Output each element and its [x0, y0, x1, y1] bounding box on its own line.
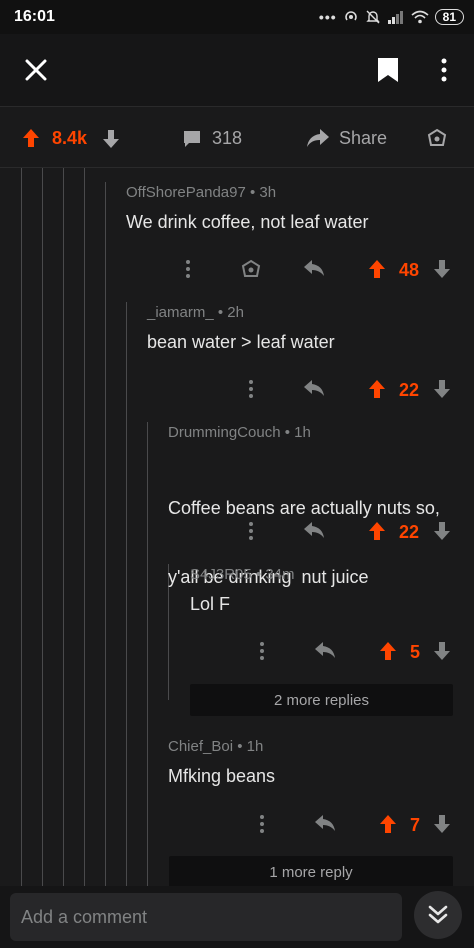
- comment-author[interactable]: DrummingCouch: [168, 424, 281, 441]
- wifi-icon: [411, 10, 429, 24]
- post-action-bar: 8.4k 318 Share: [0, 106, 474, 168]
- comment-score: 48: [399, 260, 420, 280]
- downvote-icon[interactable]: [433, 521, 451, 541]
- comment-meta: S4J3R05 • 34m: [190, 566, 295, 583]
- comment-actions: 22: [180, 379, 460, 403]
- comment-score: 7: [410, 815, 421, 835]
- close-icon: [25, 59, 47, 81]
- comment-count: 318: [212, 128, 243, 148]
- mute-bell-icon: [365, 10, 380, 24]
- comment-meta: OffShorePanda97 • 3h: [126, 184, 277, 201]
- comment-icon[interactable]: [182, 129, 202, 149]
- bookmark-button[interactable]: [372, 54, 404, 86]
- more-options-button[interactable]: [430, 54, 458, 86]
- bookmark-icon: [378, 58, 398, 82]
- comment: S4J3R05 • 34m Lol F: [190, 566, 470, 616]
- downvote-icon[interactable]: [102, 129, 120, 149]
- downvote-icon[interactable]: [433, 379, 451, 399]
- battery-indicator: 81: [434, 9, 464, 25]
- status-bar: 16:01 ••• 81: [0, 0, 474, 34]
- reply-icon[interactable]: [314, 641, 336, 659]
- thread-line[interactable]: [21, 168, 22, 888]
- award-icon[interactable]: [240, 259, 262, 281]
- close-button[interactable]: [20, 54, 52, 86]
- upvote-icon[interactable]: [379, 814, 397, 834]
- reply-icon[interactable]: [314, 814, 336, 832]
- comment-age: 3h: [259, 184, 277, 201]
- more-vertical-icon: [441, 58, 447, 82]
- comment-actions: 22: [180, 521, 460, 545]
- reply-icon[interactable]: [303, 259, 325, 277]
- more-vertical-icon[interactable]: [248, 379, 254, 399]
- comment-body: bean water > leaf water: [147, 332, 335, 352]
- status-time: 16:01: [14, 8, 55, 25]
- comment-body-line: Coffee beans are actually nuts so,: [168, 498, 440, 518]
- collapse-thread-button[interactable]: [414, 891, 462, 939]
- post-score: 8.4k: [52, 128, 88, 148]
- thread-line[interactable]: [105, 182, 106, 888]
- comment-actions: 48: [180, 259, 460, 283]
- share-icon[interactable]: [306, 128, 330, 148]
- top-app-bar: [0, 34, 474, 106]
- thread-line[interactable]: [126, 302, 127, 888]
- comment: Chief_Boi • 1h Mfking beans: [168, 738, 468, 788]
- comment-age: 34m: [265, 566, 295, 583]
- comment-author[interactable]: S4J3R05: [190, 566, 252, 583]
- reply-icon[interactable]: [303, 521, 325, 539]
- more-vertical-icon[interactable]: [259, 814, 265, 834]
- more-vertical-icon[interactable]: [185, 259, 191, 279]
- comment-thread: OffShorePanda97 • 3h We drink coffee, no…: [0, 168, 474, 888]
- downvote-icon[interactable]: [433, 814, 451, 834]
- comment-score: 22: [399, 522, 420, 542]
- collapse-icon: [428, 905, 448, 924]
- signal-icon: [387, 11, 403, 24]
- comment-age: 2h: [227, 304, 244, 321]
- status-icons: ••• 81: [319, 8, 464, 26]
- comment-author[interactable]: Chief_Boi: [168, 738, 233, 755]
- downvote-icon[interactable]: [433, 259, 451, 279]
- comment-body: Lol F: [190, 594, 231, 614]
- thread-line[interactable]: [147, 422, 148, 888]
- more-replies-button[interactable]: 1 more reply: [169, 856, 453, 888]
- add-comment-input[interactable]: Add a comment: [10, 893, 402, 941]
- upvote-icon[interactable]: [22, 128, 40, 148]
- notification-dots-icon: •••: [318, 9, 337, 25]
- thread-line[interactable]: [42, 168, 43, 888]
- more-vertical-icon[interactable]: [248, 521, 254, 541]
- comment: OffShorePanda97 • 3h We drink coffee, no…: [126, 184, 466, 234]
- comment: _iamarm_ • 2h bean water > leaf water: [147, 304, 467, 354]
- comment-age: 1h: [294, 424, 311, 441]
- comment-body: We drink coffee, not leaf water: [126, 212, 369, 232]
- reply-icon[interactable]: [303, 379, 325, 397]
- award-icon[interactable]: [426, 128, 448, 150]
- comment-actions: 7: [190, 814, 460, 838]
- upvote-icon[interactable]: [368, 521, 386, 541]
- more-vertical-icon[interactable]: [259, 641, 265, 661]
- hotspot-icon: [344, 11, 357, 21]
- share-label[interactable]: Share: [339, 128, 387, 149]
- comment-body: Mfking beans: [168, 766, 276, 786]
- comment-score: 5: [410, 642, 421, 662]
- upvote-icon[interactable]: [368, 379, 386, 399]
- comment-meta: _iamarm_ • 2h: [147, 304, 244, 321]
- downvote-icon[interactable]: [433, 641, 451, 661]
- thread-line[interactable]: [84, 168, 85, 888]
- comment-author[interactable]: _iamarm_: [147, 304, 214, 321]
- comment-meta: DrummingCouch • 1h: [168, 424, 311, 441]
- upvote-icon[interactable]: [379, 641, 397, 661]
- comment-composer-bar: Add a comment: [0, 886, 474, 948]
- comment-author[interactable]: OffShorePanda97: [126, 184, 246, 201]
- comment-age: 1h: [246, 738, 264, 755]
- upvote-icon[interactable]: [368, 259, 386, 279]
- comment-meta: Chief_Boi • 1h: [168, 738, 264, 755]
- thread-line[interactable]: [63, 168, 64, 888]
- more-replies-button[interactable]: 2 more replies: [190, 684, 453, 716]
- comment-score: 22: [399, 380, 420, 400]
- comment-actions: 5: [190, 641, 460, 665]
